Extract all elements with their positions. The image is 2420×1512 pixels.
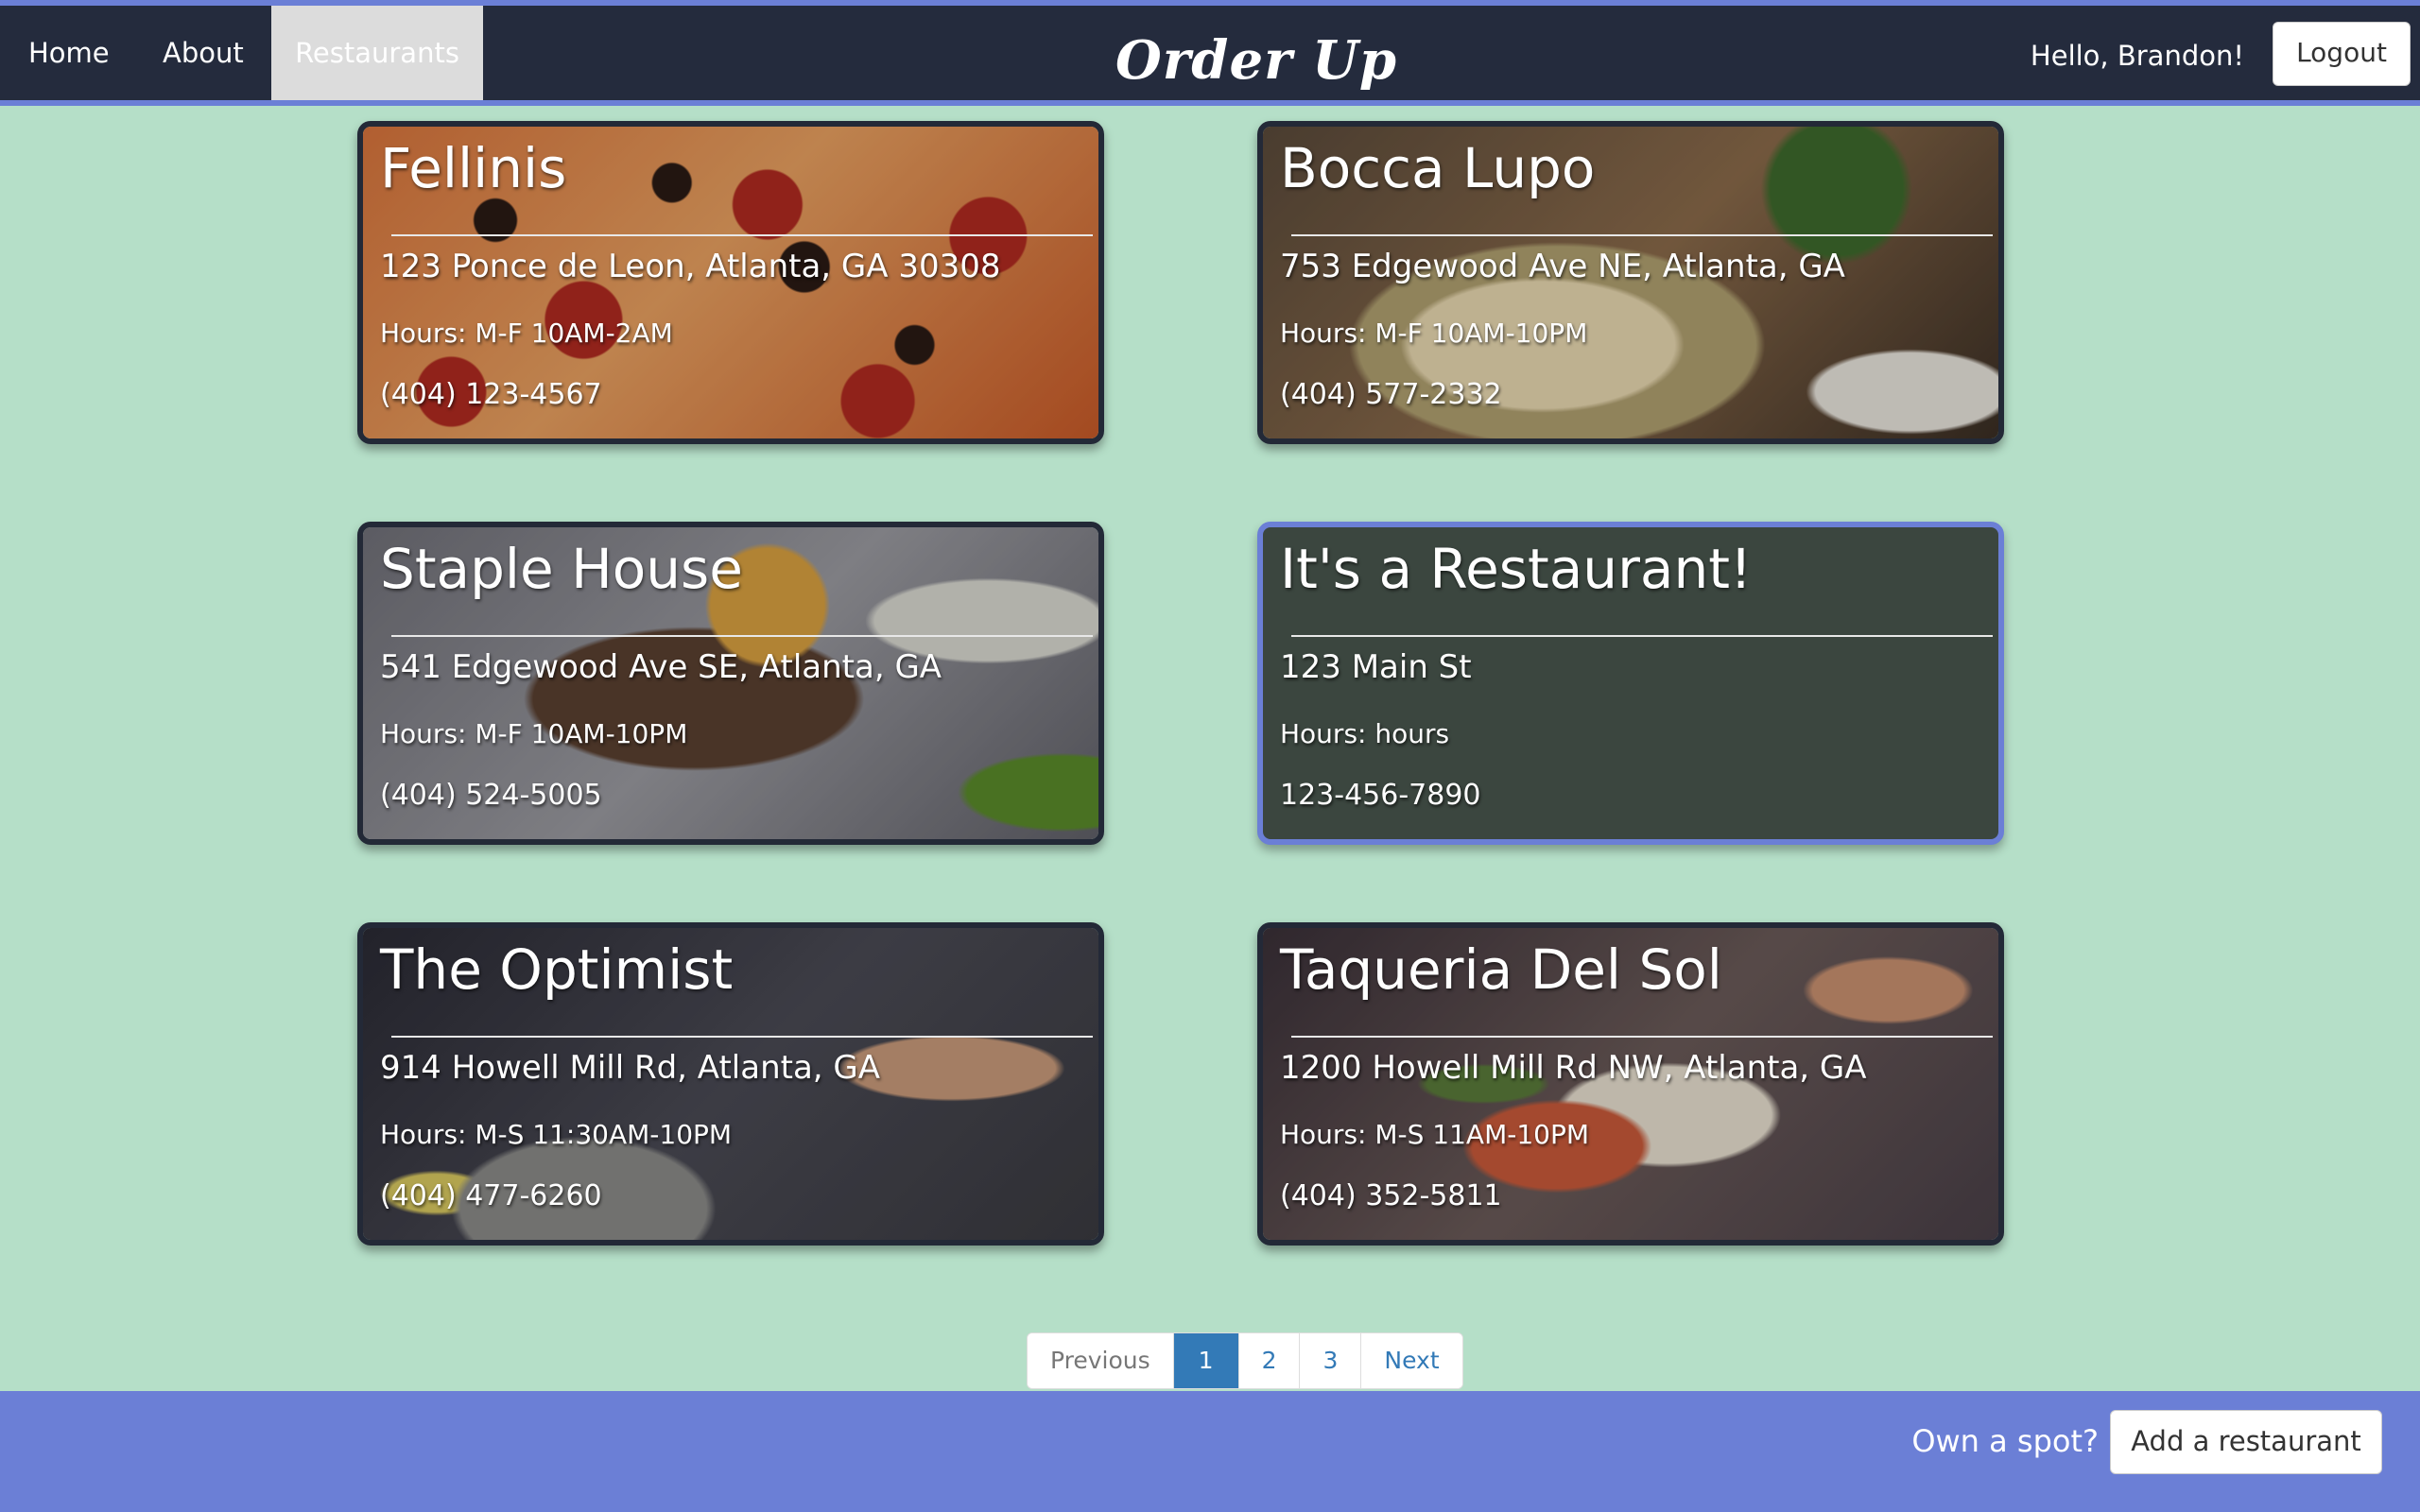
restaurant-name: Staple House: [380, 537, 743, 601]
next-page-button[interactable]: Next: [1360, 1333, 1462, 1388]
page-3-button[interactable]: 3: [1299, 1333, 1361, 1388]
restaurant-hours: Hours: M-F 10AM-10PM: [1280, 318, 1588, 349]
restaurant-card[interactable]: Taqueria Del Sol 1200 Howell Mill Rd NW,…: [1257, 922, 2004, 1246]
divider: [1291, 635, 1993, 637]
restaurant-name: Taqueria Del Sol: [1280, 937, 1722, 1002]
restaurant-name: The Optimist: [380, 937, 734, 1002]
restaurant-hours: Hours: M-S 11:30AM-10PM: [380, 1119, 733, 1150]
restaurant-card[interactable]: Fellinis 123 Ponce de Leon, Atlanta, GA …: [357, 121, 1104, 444]
page-1-button[interactable]: 1: [1172, 1333, 1238, 1388]
divider: [391, 234, 1093, 236]
restaurant-hours: Hours: hours: [1280, 718, 1450, 749]
restaurant-hours: Hours: M-F 10AM-10PM: [380, 718, 688, 749]
divider: [1291, 234, 1993, 236]
restaurant-card[interactable]: The Optimist 914 Howell Mill Rd, Atlanta…: [357, 922, 1104, 1246]
restaurant-phone: (404) 524-5005: [380, 779, 602, 812]
restaurant-card[interactable]: Staple House 541 Edgewood Ave SE, Atlant…: [357, 522, 1104, 845]
navbar: Home About Restaurants Order Up Hello, B…: [0, 0, 2420, 106]
divider: [1291, 1036, 1993, 1038]
restaurant-address: 753 Edgewood Ave NE, Atlanta, GA: [1280, 248, 1845, 285]
restaurant-address: 1200 Howell Mill Rd NW, Atlanta, GA: [1280, 1049, 1867, 1087]
restaurant-address: 914 Howell Mill Rd, Atlanta, GA: [380, 1049, 881, 1087]
logout-button[interactable]: Logout: [2273, 22, 2411, 86]
brand-logo[interactable]: Order Up: [1115, 23, 1397, 98]
nav-home-link[interactable]: Home: [28, 6, 110, 100]
restaurant-name: Fellinis: [380, 136, 567, 200]
nav-about-link[interactable]: About: [163, 6, 244, 100]
add-restaurant-button[interactable]: Add a restaurant: [2110, 1410, 2382, 1474]
restaurant-phone: 123-456-7890: [1280, 779, 1481, 812]
page-2-button[interactable]: 2: [1237, 1333, 1300, 1388]
footer: Own a spot? Add a restaurant: [0, 1391, 2420, 1512]
restaurant-address: 541 Edgewood Ave SE, Atlanta, GA: [380, 648, 942, 686]
pagination: Previous 1 2 3 Next: [1027, 1332, 1463, 1389]
restaurant-phone: (404) 577-2332: [1280, 378, 1502, 411]
restaurant-phone: (404) 352-5811: [1280, 1179, 1502, 1212]
restaurant-phone: (404) 477-6260: [380, 1179, 602, 1212]
restaurant-hours: Hours: M-S 11AM-10PM: [1280, 1119, 1590, 1150]
restaurant-address: 123 Main St: [1280, 648, 1472, 686]
restaurant-phone: (404) 123-4567: [380, 378, 602, 411]
restaurant-card-selected[interactable]: It's a Restaurant! 123 Main St Hours: ho…: [1257, 522, 2004, 845]
footer-prompt: Own a spot?: [1911, 1423, 2099, 1459]
user-greeting: Hello, Brandon!: [2030, 40, 2244, 72]
restaurant-name: Bocca Lupo: [1280, 136, 1596, 200]
restaurant-hours: Hours: M-F 10AM-2AM: [380, 318, 673, 349]
restaurant-address: 123 Ponce de Leon, Atlanta, GA 30308: [380, 248, 1001, 285]
previous-page-button[interactable]: Previous: [1028, 1333, 1173, 1388]
restaurant-card[interactable]: Bocca Lupo 753 Edgewood Ave NE, Atlanta,…: [1257, 121, 2004, 444]
divider: [391, 635, 1093, 637]
restaurant-name: It's a Restaurant!: [1280, 537, 1753, 601]
divider: [391, 1036, 1093, 1038]
nav-restaurants-link[interactable]: Restaurants: [271, 6, 483, 100]
